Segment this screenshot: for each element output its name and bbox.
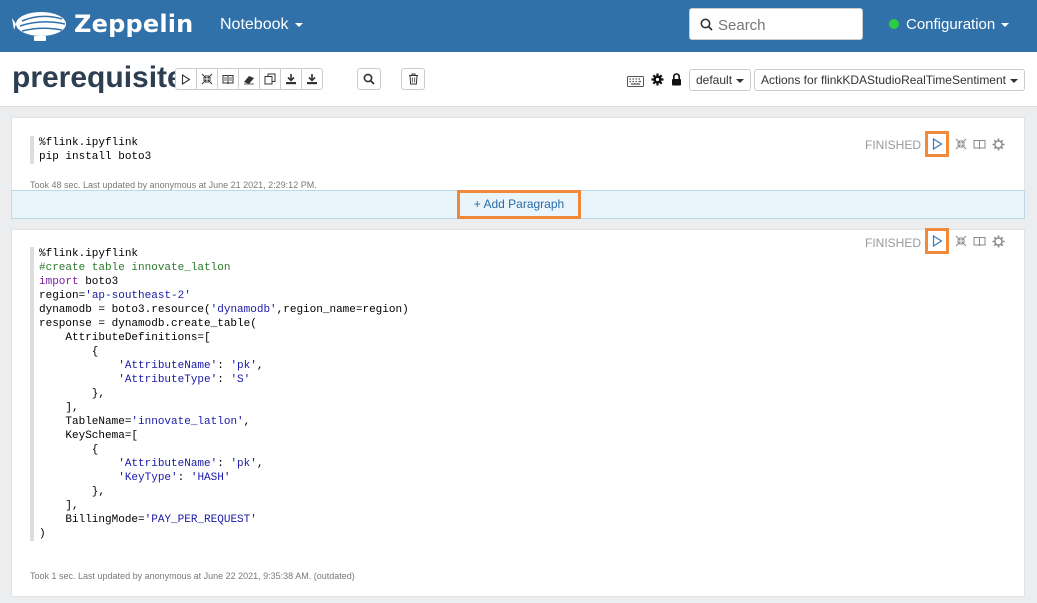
- code-line: region='ap-southeast-2': [39, 290, 191, 302]
- download-icon: [307, 74, 317, 85]
- notebook-menu[interactable]: Notebook: [220, 16, 303, 34]
- play-icon: [932, 138, 943, 150]
- code-line: BillingMode='PAY_PER_REQUEST': [39, 514, 257, 526]
- trash-icon: [408, 73, 418, 85]
- code-line: ],: [39, 402, 79, 414]
- actions-dropdown[interactable]: Actions for flinkKDAStudioRealTimeSentim…: [754, 69, 1025, 91]
- search-code-button[interactable]: [357, 68, 381, 90]
- top-navbar: Zeppelin Notebook Configuration: [0, 0, 1037, 52]
- chevron-down-icon: [1010, 78, 1018, 83]
- code-line: dynamodb = boto3.resource('dynamodb',reg…: [39, 304, 409, 316]
- code-line: 'KeyType': 'HASH': [118, 472, 231, 484]
- actions-dropdown-label: Actions for flinkKDAStudioRealTimeSentim…: [761, 73, 1006, 87]
- code-line: 'AttributeType': 'S': [118, 374, 251, 386]
- code-line: 'AttributeName': 'pk',: [118, 458, 264, 470]
- hide-output-button[interactable]: [973, 139, 986, 150]
- export-button[interactable]: [280, 68, 302, 90]
- collapse-icon: [955, 138, 967, 150]
- paragraph-status: FINISHED: [865, 236, 922, 250]
- connection-status-indicator: [889, 19, 899, 29]
- paragraph-2: FINISHED %flink.ipyflink #create table i…: [11, 228, 1025, 597]
- code-line: },: [39, 486, 106, 498]
- run-all-button[interactable]: [175, 68, 197, 90]
- paragraph-controls: [925, 228, 1005, 254]
- configuration-menu-label: Configuration: [906, 16, 996, 33]
- clear-output-button[interactable]: [238, 68, 260, 90]
- lock-icon[interactable]: [671, 73, 682, 86]
- zeppelin-logo-icon: [12, 12, 66, 41]
- code-line: 'AttributeName': 'pk',: [118, 360, 264, 372]
- copy-icon: [264, 73, 276, 85]
- chevron-down-icon: [1001, 23, 1010, 28]
- code-line: pip install boto3: [39, 151, 152, 163]
- code-line: },: [39, 388, 106, 400]
- paragraph-1: FINISHED %flink.ipyflink pip install bot…: [11, 117, 1025, 191]
- chevron-down-icon: [294, 22, 303, 27]
- interpreter-select[interactable]: default: [689, 69, 752, 91]
- code-line: AttributeDefinitions=[: [39, 332, 211, 344]
- search-box: [689, 8, 863, 40]
- hide-code-button[interactable]: [196, 68, 218, 90]
- paragraph-status: FINISHED: [865, 138, 922, 152]
- paragraph-controls: [925, 131, 1005, 157]
- keyboard-icon[interactable]: [627, 76, 644, 87]
- code-line: response = dynamodb.create_table(: [39, 318, 257, 330]
- hide-output-button[interactable]: [973, 236, 986, 247]
- add-paragraph-bar: + Add Paragraph: [11, 190, 1025, 219]
- gear-icon[interactable]: [651, 73, 664, 86]
- paragraph-code-editor[interactable]: %flink.ipyflink #create table innovate_l…: [30, 247, 409, 541]
- run-paragraph-button[interactable]: [925, 131, 949, 157]
- add-paragraph-button[interactable]: + Add Paragraph: [457, 190, 581, 219]
- code-line: TableName='innovate_latlon',: [39, 416, 251, 428]
- book-icon: [973, 236, 986, 246]
- code-line: %flink.ipyflink: [39, 248, 139, 260]
- code-line: %flink.ipyflink: [39, 137, 139, 149]
- code-line: {: [39, 444, 99, 456]
- hide-output-button[interactable]: [217, 68, 239, 90]
- notebook-menu-label: Notebook: [220, 16, 289, 33]
- chevron-down-icon: [736, 78, 745, 83]
- download-icon: [286, 74, 296, 85]
- paragraph-footer: Took 48 sec. Last updated by anonymous a…: [30, 180, 317, 190]
- code-line: import boto3: [39, 276, 119, 288]
- book-icon: [973, 139, 986, 149]
- code-line: ): [39, 528, 46, 540]
- paragraph-settings-button[interactable]: [992, 138, 1005, 151]
- gear-icon: [992, 235, 1005, 247]
- notebook-title[interactable]: prerequisite: [12, 61, 184, 95]
- hide-editor-button[interactable]: [955, 138, 967, 150]
- hide-editor-button[interactable]: [955, 235, 967, 247]
- import-button[interactable]: [301, 68, 323, 90]
- code-line: ],: [39, 500, 79, 512]
- paragraph-code-editor[interactable]: %flink.ipyflink pip install boto3: [30, 136, 151, 164]
- notebook-toolbar: [175, 68, 323, 90]
- code-line: #create table innovate_latlon: [39, 262, 231, 274]
- clone-button[interactable]: [259, 68, 281, 90]
- play-icon: [932, 235, 943, 247]
- search-input[interactable]: [716, 14, 860, 36]
- interpreter-select-label: default: [696, 73, 733, 87]
- brand-name[interactable]: Zeppelin: [74, 10, 193, 38]
- eraser-icon: [244, 75, 254, 84]
- search-icon: [363, 73, 375, 85]
- run-all-icon: [181, 73, 191, 85]
- configuration-menu[interactable]: Configuration: [906, 16, 1010, 33]
- code-line: KeySchema=[: [39, 430, 139, 442]
- run-paragraph-button[interactable]: [925, 228, 949, 254]
- delete-notebook-button[interactable]: [401, 68, 425, 90]
- zeppelin-logo[interactable]: [12, 8, 68, 44]
- code-line: {: [39, 346, 99, 358]
- gear-icon: [992, 138, 1005, 150]
- notebook-header: prerequisite default Actions for flinkKD…: [0, 52, 1037, 107]
- paragraph-footer: Took 1 sec. Last updated by anonymous at…: [30, 571, 355, 581]
- paragraph-settings-button[interactable]: [992, 235, 1005, 248]
- hide-code-icon: [201, 73, 213, 85]
- book-icon: [222, 74, 234, 84]
- search-icon: [700, 18, 713, 31]
- collapse-icon: [955, 235, 967, 247]
